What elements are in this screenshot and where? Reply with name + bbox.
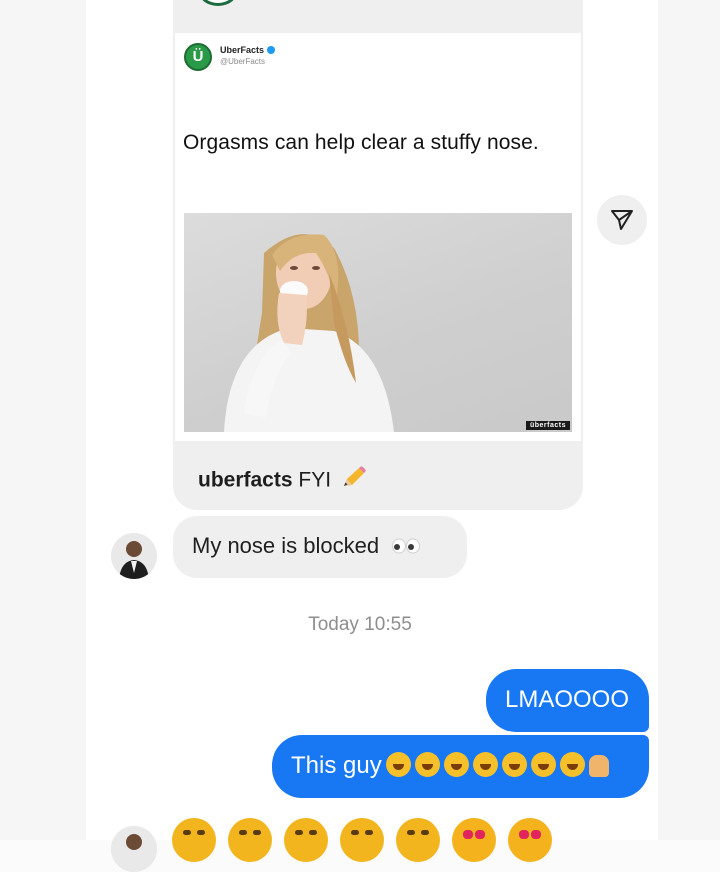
heart-eyes-emoji-icon [508,818,552,862]
verified-badge-icon [267,45,276,54]
tweet-text: Orgasms can help clear a stuffy nose. [183,131,539,154]
laughing-emoji-icon [501,752,527,777]
tweet-source-handle: @UberFacts [220,57,266,66]
laughing-emoji-icon [385,752,411,777]
caption-text: FYI [298,468,332,492]
rofl-emoji-icon [340,818,384,862]
message-text: My nose is blocked [192,533,380,558]
sender-avatar[interactable] [111,826,157,872]
post-caption: uberfacts FYI [198,466,367,496]
grinning-emoji-icon [228,818,272,862]
woman-with-tissue-illustration [224,234,394,432]
tweet-source-name: UberFacts [220,45,276,55]
heart-eyes-emoji-icon [452,818,496,862]
message-text: LMAOOOO [505,686,630,713]
incoming-emoji-message[interactable] [172,818,564,862]
sender-avatar[interactable] [111,533,157,579]
grinning-emoji-icon [172,818,216,862]
outgoing-message[interactable]: This guy [272,735,649,798]
person-avatar-icon [111,826,157,872]
pencil-icon [341,466,367,496]
share-button[interactable] [597,195,647,245]
eyes-icon [391,534,421,560]
tweet-photo[interactable]: überfacts [184,213,572,432]
incoming-message[interactable]: My nose is blocked [173,516,467,578]
send-icon [611,210,633,230]
page-margin-left [0,0,86,840]
message-timestamp: Today 10:55 [308,614,412,635]
tweet-source-name-text: UberFacts [220,45,265,55]
embedded-tweet[interactable]: Ü UberFacts @UberFacts Orgasms can help … [175,33,581,441]
laughing-emoji-group [382,752,585,779]
photo-watermark: überfacts [525,421,570,430]
laughing-emoji-icon [414,752,440,777]
laughing-emoji-icon [530,752,556,777]
laughing-emoji-icon [443,752,469,777]
message-text: This guy [291,752,382,779]
rofl-emoji-icon [284,818,328,862]
laughing-emoji-icon [559,752,585,777]
uberfacts-logo: Ü [184,43,212,71]
outgoing-message[interactable]: LMAOOOO [486,669,649,732]
person-avatar-icon [111,533,157,579]
raised-hands-icon [588,755,609,777]
rofl-emoji-icon [396,818,440,862]
page-margin-right [658,0,720,840]
laughing-emoji-icon [472,752,498,777]
caption-username[interactable]: uberfacts [198,469,293,492]
